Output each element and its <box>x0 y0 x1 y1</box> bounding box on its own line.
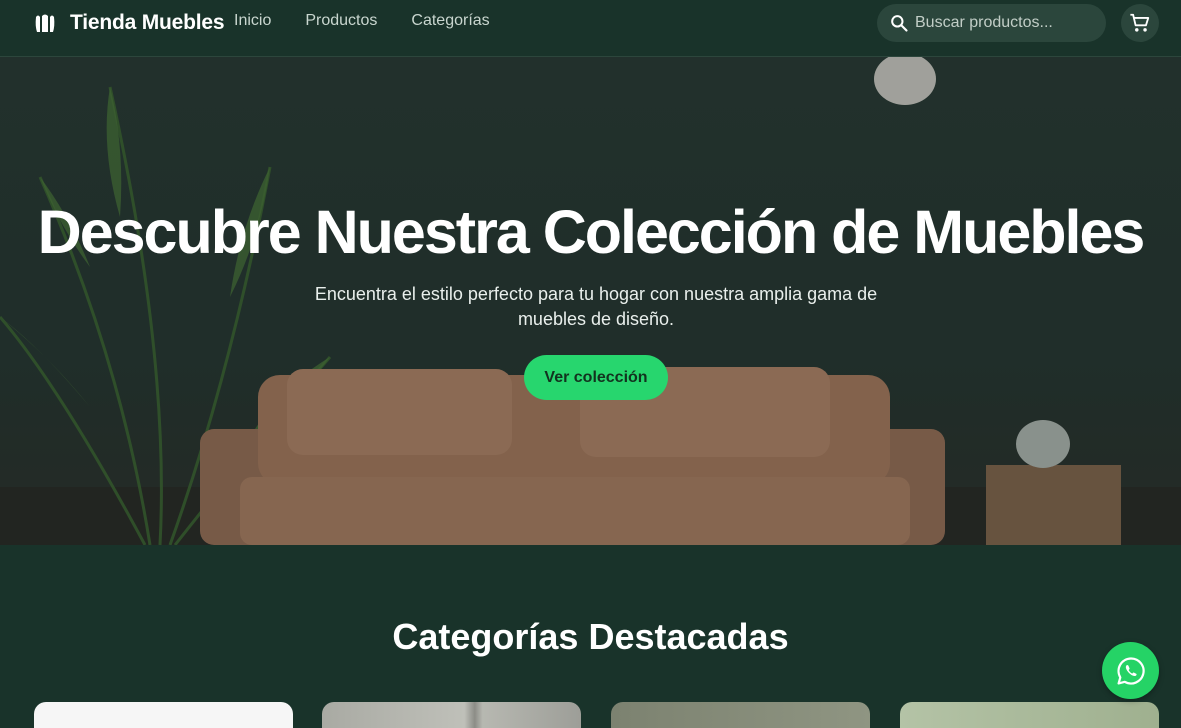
whatsapp-button[interactable] <box>1102 642 1159 699</box>
main-nav: Inicio Productos Categorías <box>234 12 524 30</box>
category-card[interactable] <box>34 702 293 728</box>
nav-item-categorias[interactable]: Categorías <box>411 12 489 30</box>
furniture-logo-icon <box>35 14 55 32</box>
nav-item-inicio[interactable]: Inicio <box>234 12 271 30</box>
hero-subtitle: Encuentra el estilo perfecto para tu hog… <box>314 284 878 329</box>
shopping-cart-icon <box>1130 13 1150 32</box>
hero-title: Descubre Nuestra Colección de Muebles <box>37 198 1146 266</box>
search-bar[interactable] <box>877 4 1106 42</box>
search-input[interactable] <box>915 14 1095 32</box>
categories-title: Categorías Destacadas <box>392 616 789 657</box>
hero-banner: Descubre Nuestra Colección de Muebles En… <box>0 57 1181 545</box>
site-header: Tienda Muebles Inicio Productos Categorí… <box>0 0 1181 57</box>
nav-item-productos[interactable]: Productos <box>305 12 377 30</box>
search-icon <box>891 15 908 32</box>
brand-logo[interactable]: Tienda Muebles <box>34 11 225 35</box>
category-card[interactable] <box>611 702 870 728</box>
view-collection-button[interactable]: Ver colección <box>524 355 668 400</box>
cart-button[interactable] <box>1121 4 1159 42</box>
brand-name: Tienda Muebles <box>70 11 225 34</box>
category-card[interactable] <box>900 702 1159 728</box>
whatsapp-icon <box>1116 656 1145 685</box>
category-card[interactable] <box>322 702 581 728</box>
